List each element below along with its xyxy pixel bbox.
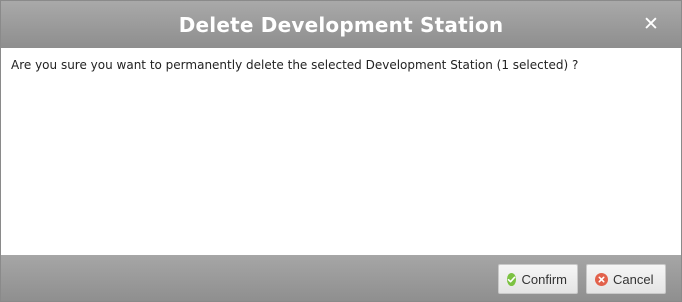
dialog-body: Are you sure you want to permanently del… (1, 48, 681, 255)
cancel-button[interactable]: Cancel (586, 264, 666, 294)
confirmation-message: Are you sure you want to permanently del… (11, 58, 579, 72)
close-icon[interactable]: ✕ (641, 14, 661, 34)
delete-dialog: Delete Development Station ✕ Are you sur… (0, 0, 682, 302)
cancel-button-label: Cancel (613, 271, 654, 287)
check-circle-icon (507, 272, 517, 286)
confirm-button-label: Confirm (521, 271, 567, 287)
confirm-button[interactable]: Confirm (498, 264, 578, 294)
dialog-footer: Confirm Cancel (1, 255, 681, 301)
dialog-title: Delete Development Station (178, 12, 504, 37)
dialog-titlebar: Delete Development Station ✕ (1, 1, 681, 48)
x-circle-icon (595, 272, 608, 286)
